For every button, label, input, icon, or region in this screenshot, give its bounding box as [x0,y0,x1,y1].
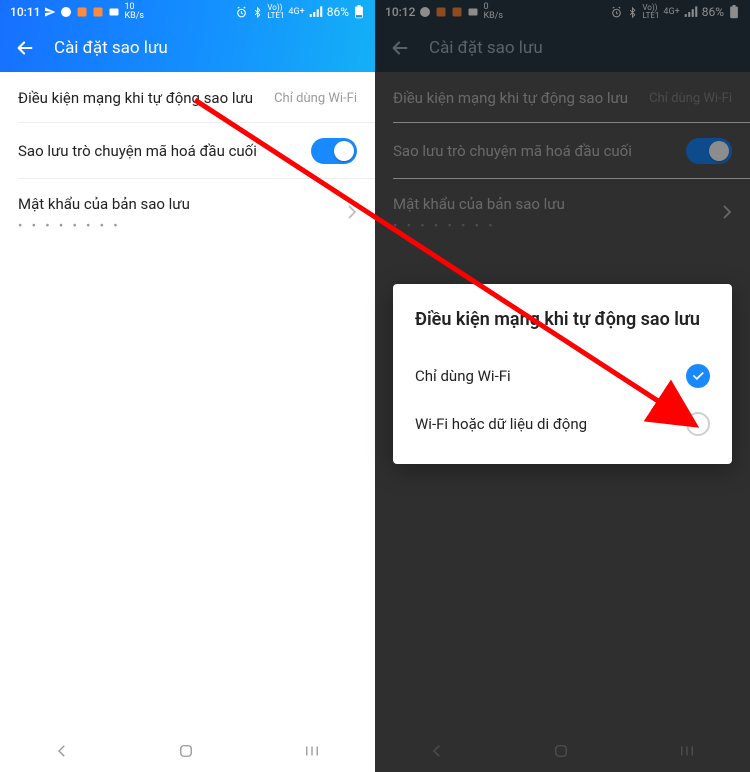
row-e2e-backup: Sao lưu trò chuyện mã hoá đầu cuối [375,122,750,178]
chevron-right-icon [347,204,357,224]
radio-selected-icon[interactable] [686,364,710,388]
row-network-condition: Điều kiện mạng khi tự động sao lưu Chỉ d… [375,72,750,122]
bluetooth-icon [252,6,263,19]
row-e2e-backup[interactable]: Sao lưu trò chuyện mã hoá đầu cuối [0,122,375,178]
nav-home-icon[interactable] [177,742,195,760]
volte-icon: Vo))LTE1 [642,4,659,20]
page-title: Cài đặt sao lưu [429,38,543,58]
page-title: Cài đặt sao lưu [54,38,168,58]
messenger-icon [419,6,431,18]
status-bar: 10:11 10KB/s Vo))LTE1 4G+ 86% [0,0,375,24]
dialog-title: Điều kiện mạng khi tự động sao lưu [415,308,710,332]
row-backup-password: Mật khẩu của bản sao lưu • • • • • • • • [375,178,750,247]
volte-icon: Vo))LTE1 [267,4,284,20]
chevron-right-icon [722,204,732,224]
alarm-icon [235,6,248,19]
app-icon [451,6,463,18]
status-clock: 10:12 [385,5,415,19]
battery-percentage: 86% [327,5,349,19]
app-header: Cài đặt sao lưu [375,24,750,72]
battery-percentage: 86% [702,5,724,19]
system-nav-bar [0,728,375,772]
phone-left: 10:11 10KB/s Vo))LTE1 4G+ 86% [0,0,375,772]
signal-icon [684,6,698,18]
option-label: Wi-Fi hoặc dữ liệu di động [415,415,587,433]
row-network-condition[interactable]: Điều kiện mạng khi tự động sao lưu Chỉ d… [0,72,375,122]
app-header: Cài đặt sao lưu [0,24,375,72]
paperplane-icon [44,6,56,18]
battery-icon [728,5,740,19]
network-speed: 0KB/s [483,3,503,21]
row-value: Chỉ dùng Wi-Fi [649,91,732,106]
back-icon[interactable] [389,37,411,59]
network-type: 4G+ [288,7,304,17]
row-label: Sao lưu trò chuyện mã hoá đầu cuối [393,141,674,161]
nav-recent-icon[interactable] [302,742,322,760]
dialog-network-condition: Điều kiện mạng khi tự động sao lưu Chỉ d… [393,284,732,464]
option-wifi-only[interactable]: Chỉ dùng Wi-Fi [415,352,710,400]
row-label: Điều kiện mạng khi tự động sao lưu [393,88,637,108]
signal-icon [309,6,323,18]
row-label: Mật khẩu của bản sao lưu [393,194,710,214]
nav-back-icon[interactable] [53,742,71,760]
image-icon [467,6,479,18]
row-label: Điều kiện mạng khi tự động sao lưu [18,88,262,108]
alarm-icon [610,6,623,19]
network-speed: 10KB/s [124,3,144,21]
back-icon[interactable] [14,37,36,59]
network-type: 4G+ [663,7,679,17]
bluetooth-icon [627,6,638,19]
nav-recent-icon[interactable] [677,742,697,760]
option-label: Chỉ dùng Wi-Fi [415,367,511,385]
messenger-icon [60,6,72,18]
option-wifi-or-mobile[interactable]: Wi-Fi hoặc dữ liệu di động [415,400,710,448]
radio-unselected-icon[interactable] [686,412,710,436]
status-bar: 10:12 0KB/s Vo))LTE1 4G+ 86% [375,0,750,24]
battery-icon [353,5,365,19]
app-icon [435,6,447,18]
row-label: Sao lưu trò chuyện mã hoá đầu cuối [18,141,299,161]
phone-right: 10:12 0KB/s Vo))LTE1 4G+ 86% [375,0,750,772]
app-icon [76,6,88,18]
image-icon [108,6,120,18]
row-backup-password[interactable]: Mật khẩu của bản sao lưu • • • • • • • • [0,178,375,247]
row-subtext: • • • • • • • • [393,219,710,234]
toggle-switch[interactable] [311,138,357,164]
app-icon [92,6,104,18]
toggle-switch [686,138,732,164]
row-subtext: • • • • • • • • [18,219,335,234]
status-clock: 10:11 [10,5,40,19]
system-nav-bar [375,728,750,772]
row-label: Mật khẩu của bản sao lưu [18,194,335,214]
nav-back-icon[interactable] [428,742,446,760]
settings-list: Điều kiện mạng khi tự động sao lưu Chỉ d… [0,72,375,728]
row-value: Chỉ dùng Wi-Fi [274,91,357,106]
nav-home-icon[interactable] [552,742,570,760]
